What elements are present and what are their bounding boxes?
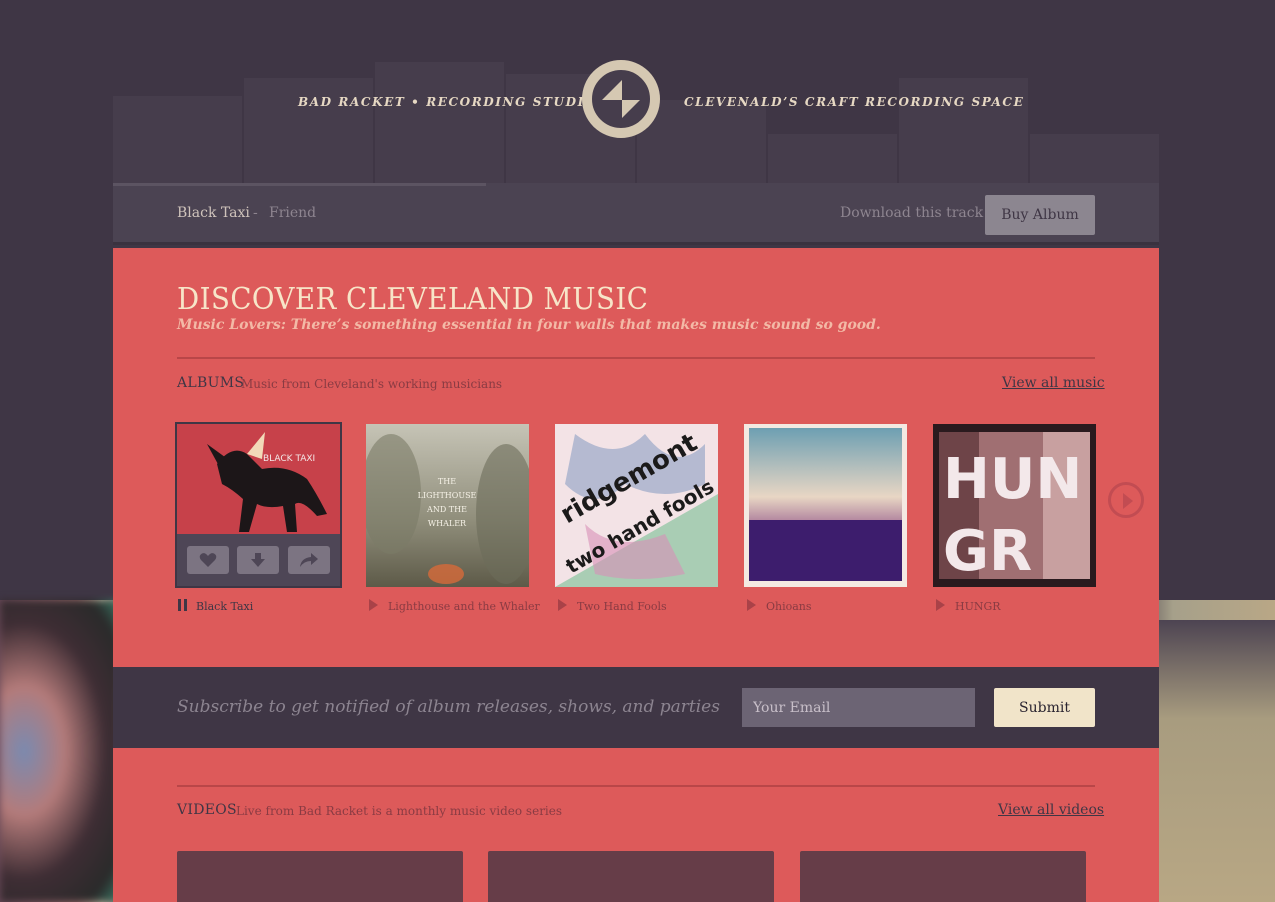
svg-text:AND THE: AND THE <box>426 505 467 514</box>
download-icon[interactable] <box>237 546 280 574</box>
videos-heading: VIDEOS <box>177 802 237 818</box>
page-title: DISCOVER CLEVELAND MUSIC <box>177 282 649 317</box>
svg-text:BLACK TAXI: BLACK TAXI <box>263 454 315 464</box>
backdrop-photo-right <box>1155 620 1275 902</box>
play-icon[interactable] <box>558 599 567 611</box>
view-all-music-link[interactable]: View all music <box>1002 375 1105 391</box>
discover-section: DISCOVER CLEVELAND MUSIC Music Lovers: T… <box>113 248 1159 668</box>
backdrop-photo-left <box>0 600 120 902</box>
album-title-two-hand-fools[interactable]: Two Hand Fools <box>558 599 667 613</box>
album-title-ohioans[interactable]: Ohioans <box>747 599 812 613</box>
video-thumbnail[interactable] <box>800 851 1086 902</box>
page-tagline: Music Lovers: There’s something essentia… <box>177 317 881 333</box>
album-art-black-taxi[interactable]: BLACK TAXI <box>177 424 340 534</box>
svg-text:HUN GR: HUN GR <box>943 447 1096 512</box>
player-bar: Black Taxi - Friend Download this track … <box>113 183 1159 245</box>
album-title-black-taxi[interactable]: Black Taxi <box>178 599 253 613</box>
album-card-lighthouse[interactable]: THE LIGHTHOUSE AND THE WHALER <box>366 424 529 587</box>
album-art-two-hand-fools[interactable]: ridgemont two hand fools <box>555 424 718 587</box>
play-icon[interactable] <box>369 599 378 611</box>
album-card-hungr[interactable]: HUN GR GR <box>933 424 1096 587</box>
albums-subheading: Music from Cleveland's working musicians <box>241 377 503 391</box>
email-field[interactable] <box>742 688 975 727</box>
videos-divider <box>177 785 1095 787</box>
album-actions <box>177 534 340 586</box>
album-card-black-taxi[interactable]: BLACK TAXI <box>175 422 342 588</box>
videos-section: VIDEOS Live from Bad Racket is a monthly… <box>113 748 1159 902</box>
studio-name: BAD RACKET • RECORDING STUDIO <box>298 95 597 109</box>
videos-subheading: Live from Bad Racket is a monthly music … <box>236 804 563 818</box>
video-thumbnail[interactable] <box>488 851 774 902</box>
pause-icon[interactable] <box>178 599 187 611</box>
download-track-link[interactable]: Download this track <box>840 205 983 221</box>
now-playing-artist[interactable]: Black Taxi <box>177 205 250 221</box>
submit-button[interactable]: Submit <box>994 688 1095 727</box>
buy-album-button[interactable]: Buy Album <box>985 195 1095 235</box>
svg-text:WHALER: WHALER <box>428 519 467 528</box>
now-playing-separator: - <box>253 205 258 221</box>
svg-text:LIGHTHOUSE: LIGHTHOUSE <box>418 491 477 500</box>
studio-tagline: CLEVENALD’S CRAFT RECORDING SPACE <box>684 95 1025 109</box>
bad-racket-logo-icon[interactable] <box>582 60 660 138</box>
heart-icon[interactable] <box>187 546 230 574</box>
subscribe-bar: Subscribe to get notified of album relea… <box>113 667 1159 748</box>
track-progress[interactable] <box>113 183 486 186</box>
album-card-ohioans[interactable] <box>744 424 907 587</box>
album-art-ohioans[interactable] <box>744 424 907 587</box>
albums-divider <box>177 357 1095 359</box>
album-title-hungr[interactable]: HUNGR <box>936 599 1001 613</box>
share-icon[interactable] <box>287 546 330 574</box>
view-all-videos-link[interactable]: View all videos <box>998 802 1104 818</box>
album-art-lighthouse[interactable]: THE LIGHTHOUSE AND THE WHALER <box>366 424 529 587</box>
now-playing-song[interactable]: Friend <box>269 205 316 221</box>
album-title-lighthouse[interactable]: Lighthouse and the Whaler <box>369 599 540 613</box>
svg-text:THE: THE <box>438 477 456 486</box>
subscribe-message: Subscribe to get notified of album relea… <box>177 697 720 717</box>
play-icon[interactable] <box>747 599 756 611</box>
video-thumbnail[interactable] <box>177 851 463 902</box>
album-card-two-hand-fools[interactable]: ridgemont two hand fools <box>555 424 718 587</box>
album-art-hungr[interactable]: HUN GR GR <box>933 424 1096 587</box>
albums-heading: ALBUMS <box>177 375 245 391</box>
next-arrow-icon[interactable] <box>1108 482 1144 518</box>
play-icon[interactable] <box>936 599 945 611</box>
svg-text:GR: GR <box>943 519 1032 584</box>
